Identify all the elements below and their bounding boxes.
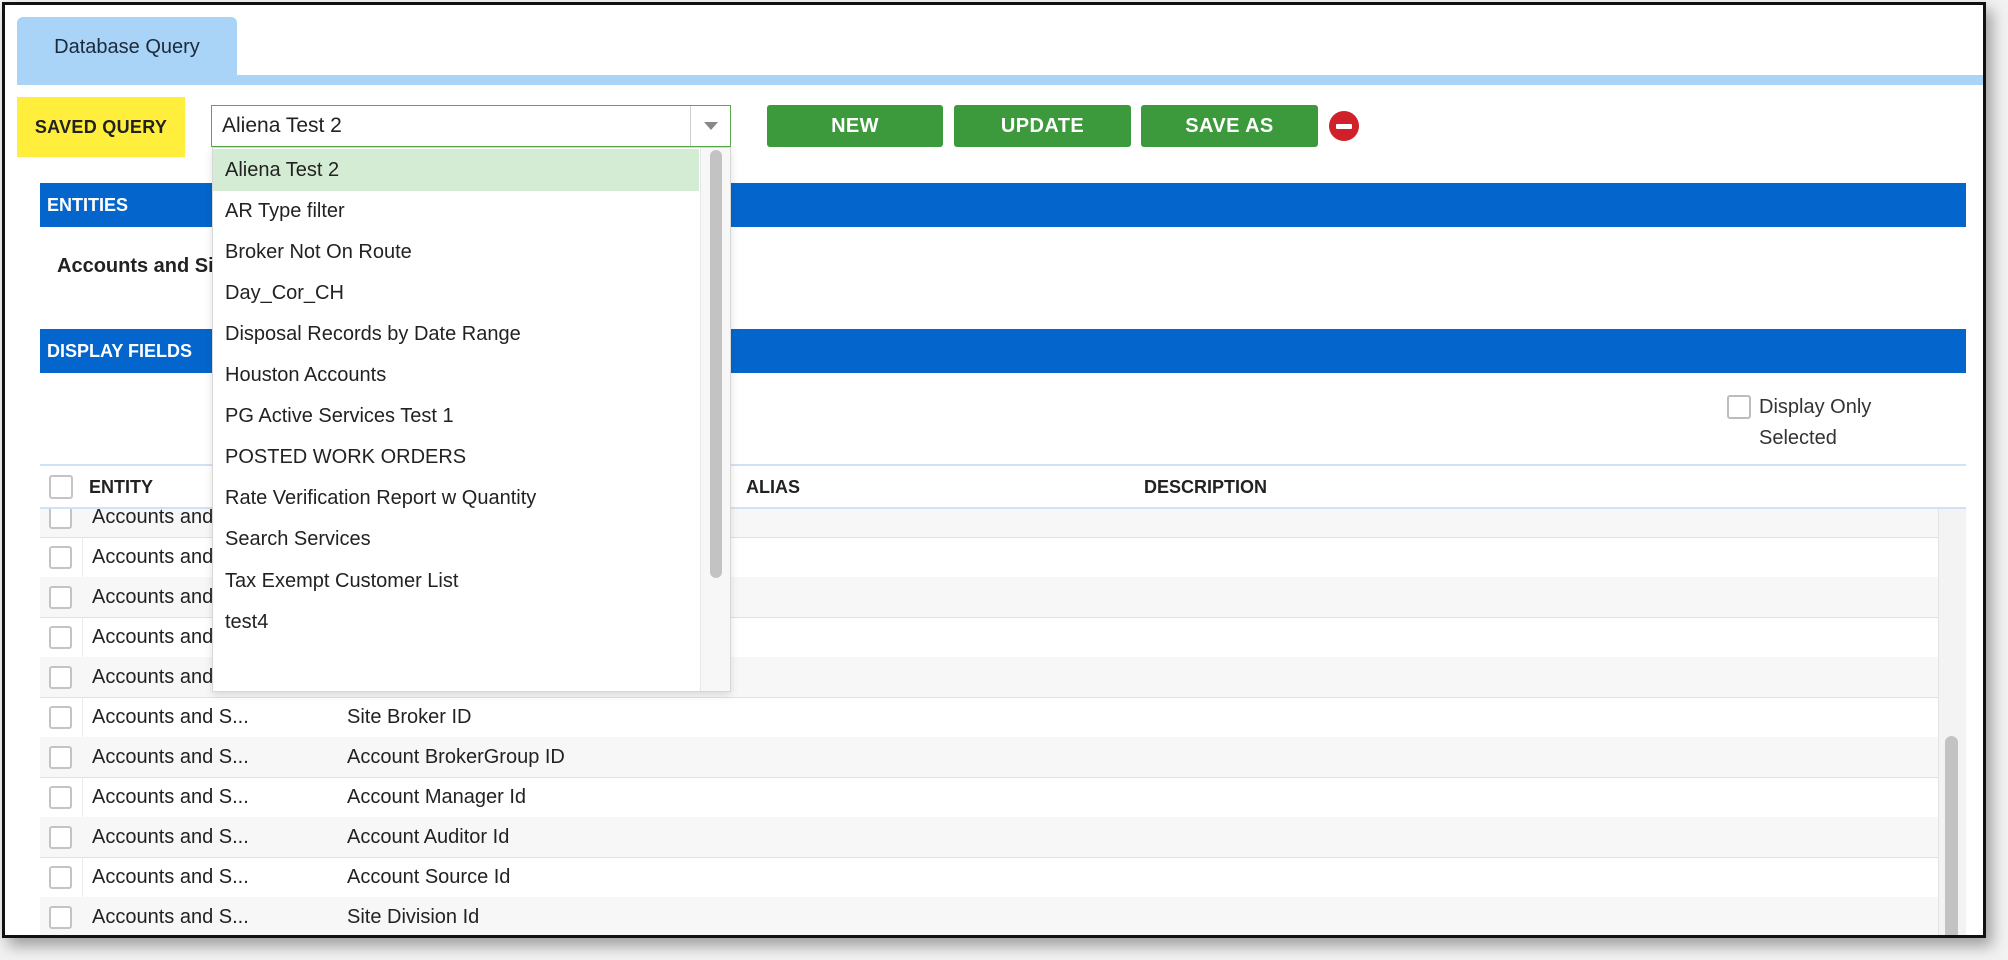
dropdown-option[interactable]: Houston Accounts [213,355,699,397]
tab-underline [17,75,1983,85]
dropdown-option[interactable]: Rate Verification Report w Quantity [213,478,699,520]
dropdown-option[interactable]: Day_Cor_CH [213,272,699,314]
row-checkbox[interactable] [49,866,72,889]
table-row[interactable]: Accounts and S... Site Broker ID [40,697,1938,738]
row-checkbox[interactable] [49,509,72,529]
selected-entity: Accounts and Sit [57,255,221,277]
column-header-alias[interactable]: ALIAS [746,466,800,508]
dropdown-option[interactable]: Aliena Test 2 [213,149,699,191]
cell-field: Account Manager Id [347,786,526,808]
display-fields-header-edge [1983,329,1986,373]
table-row[interactable]: Accounts and S... Account Manager Id [40,777,1938,818]
table-row[interactable]: Accounts and S... Account Source Id [40,857,1938,898]
dropdown-scrollbar-thumb[interactable] [710,150,722,578]
row-checkbox[interactable] [49,786,72,809]
display-only-selected-label: Display Only Selected [1759,396,1872,449]
entities-header-edge [1983,183,1986,227]
display-only-selected-checkbox[interactable] [1727,395,1751,419]
cell-entity: Accounts and S... [92,866,249,888]
app-window: Database Query SAVED QUERY Aliena Test 2… [2,2,1986,938]
cell-field: Account BrokerGroup ID [347,746,565,768]
table-row[interactable]: Accounts and S... Site Division Id [40,897,1938,935]
cell-entity: Accounts and S... [92,706,249,728]
row-checkbox[interactable] [49,706,72,729]
update-button[interactable]: UPDATE [954,105,1131,147]
column-header-entity[interactable]: ENTITY [89,466,153,508]
table-row[interactable]: Accounts and S... Account BrokerGroup ID [40,737,1938,778]
cell-entity: Accounts and [92,546,214,568]
dropdown-option[interactable]: test4 [213,601,699,643]
cell-field: Account Auditor Id [347,826,510,848]
cell-entity: Accounts and S... [92,826,249,848]
saved-query-select[interactable]: Aliena Test 2 [211,105,731,147]
cell-entity: Accounts and [92,666,214,688]
cell-entity: Accounts and S... [92,746,249,768]
tab-label: Database Query [54,35,200,58]
save-as-button[interactable]: SAVE AS [1141,105,1318,147]
cell-field: Site Broker ID [347,706,472,728]
saved-query-selected-value: Aliena Test 2 [222,114,342,137]
tab-database-query[interactable]: Database Query [17,17,237,77]
column-header-description[interactable]: DESCRIPTION [1144,466,1267,508]
new-button[interactable]: NEW [767,105,943,147]
select-all-checkbox[interactable] [49,475,73,499]
row-checkbox[interactable] [49,586,72,609]
table-scrollbar-thumb[interactable] [1945,736,1958,935]
cell-entity: Accounts and [92,626,214,648]
row-checkbox[interactable] [49,546,72,569]
row-checkbox[interactable] [49,826,72,849]
cell-entity: Accounts and S... [92,906,249,928]
saved-query-dropdown-list: test4 Tax Exempt Customer List Search Serv… [212,147,731,692]
chevron-down-icon[interactable] [690,106,730,146]
row-checkbox[interactable] [49,746,72,769]
cell-entity: Accounts and [92,586,214,608]
dropdown-option[interactable]: POSTED WORK ORDERS [213,437,699,479]
cell-entity: Accounts and S... [92,786,249,808]
dropdown-option[interactable]: Tax Exempt Customer List [213,560,699,602]
table-row[interactable]: Accounts and S... Account Auditor Id [40,817,1938,858]
cell-field: Site Division Id [347,906,480,928]
dropdown-option[interactable]: Search Services [213,519,699,561]
row-checkbox[interactable] [49,666,72,689]
row-checkbox[interactable] [49,626,72,649]
saved-query-label: SAVED QUERY [17,97,185,157]
remove-circle-icon[interactable] [1329,111,1359,141]
dropdown-option[interactable]: PG Active Services Test 1 [213,396,699,438]
dropdown-option[interactable]: AR Type filter [213,190,699,232]
dropdown-option[interactable]: Broker Not On Route [213,231,699,273]
cell-field: Account Source Id [347,866,511,888]
dropdown-option[interactable]: Disposal Records by Date Range [213,313,699,355]
cell-entity: Accounts and [92,509,214,528]
row-checkbox[interactable] [49,906,72,929]
